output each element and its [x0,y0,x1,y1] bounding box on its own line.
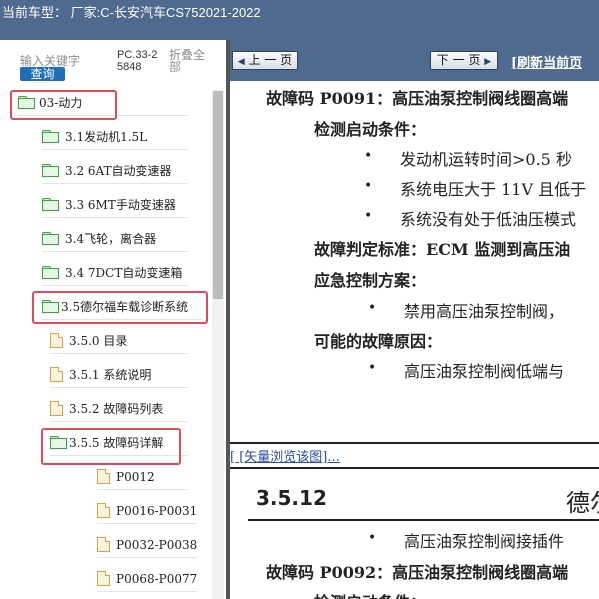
condition-item: 系统电压大于 11V 且低于 [400,180,587,199]
tree-item-label: 3.5.0 目录 [69,334,128,348]
criteria-text: 故障判定标准：ECM 监测到高压油 [314,240,571,259]
tree-item-dtc-details[interactable]: 3.5.5 故障码详解 [50,430,188,456]
condition-item: 发动机运转时间>0.5 秒 [400,150,572,169]
tree-item-p0012[interactable]: P0012 [97,464,188,490]
document-icon [50,401,63,416]
section-title: 德尔 [566,489,599,517]
bullet-icon: • [368,360,377,376]
tree-item-7dct[interactable]: 3.4 7DCT自动变速箱 [42,260,188,286]
tree-item-label: P0032-P0038 [116,537,198,552]
section-number: 3.5.12 [256,486,327,510]
next-page-button[interactable]: 下 一 页 ▶ [430,51,498,70]
tree-item-powertrain[interactable]: 03-动力 [18,90,188,116]
tree-item-label: 03-动力 [39,96,83,110]
dtc-heading: 故障码 P0091：高压油泵控制阀线圈高端 [266,89,569,108]
condition-item: 系统没有处于低油压模式 [400,210,577,229]
tree-item-6mt[interactable]: 3.3 6MT手动变速器 [42,192,188,218]
content-pane: ◀ 上 一 页 下 一 页 ▶ [刷新当前页 故障码 P0091：高压油泵控制阀… [230,40,599,599]
section-label: 检测启动条件： [314,120,427,139]
sidebar-scrollbar[interactable] [212,90,224,599]
folder-open-icon [42,300,59,313]
current-vehicle-title: 当前车型： 厂家:C-长安汽车CS752021-2022 [2,5,261,20]
section-label: 可能的故障原因： [314,332,443,351]
document-icon [97,469,110,484]
folder-icon [42,130,59,143]
arrow-right-icon: ▶ [484,57,492,67]
bullet-icon: • [364,178,373,194]
tree-item-delphi-obd[interactable]: 3.5德尔福车载诊断系统 [42,294,202,320]
section-label: 检测启动条件： [314,589,426,599]
tree-item-label: 3.4 7DCT自动变速箱 [65,266,183,280]
bullet-icon: • [368,300,377,316]
tree-item-label: 3.2 6AT自动变速器 [65,164,172,178]
folder-open-icon [18,96,35,109]
bullet-icon: • [368,530,377,546]
tree-item-flywheel[interactable]: 3.4飞轮，离合器 [42,226,188,252]
document-icon [50,333,63,348]
folder-open-icon [50,436,67,449]
folder-icon [42,198,59,211]
tree-item-label: P0068-P0077 [116,571,198,586]
tree-item-label: P0012 [116,469,155,484]
tree-item-label: 3.4飞轮，离合器 [65,232,157,246]
folder-icon [42,164,59,177]
next-page-label: 下 一 页 [436,53,481,67]
bullet-item: 高压油泵控制阀接插件 [404,532,565,551]
document-icon [97,537,110,552]
tree-item-label: 3.1发动机1.5L [65,130,148,144]
tree-item-p0068-p0077[interactable]: P0068-P0077 [97,566,197,592]
scrollbar-thumb[interactable] [213,91,223,299]
vector-view-link[interactable]: [ [矢量浏览该图]... [230,446,340,465]
tree-item-label: 3.5.5 故障码详解 [69,436,164,450]
document-icon [97,503,110,518]
tree-item-dtc-list[interactable]: 3.5.2 故障码列表 [50,396,188,422]
document-page-next: 3.5.12 德尔 • 高压油泵控制阀接插件 故障码 P0092：高压油泵控制阀… [230,467,599,599]
sidebar: 输入关键字 查询 PC.33-25848 折叠全部 03-动力 3.1发动机1.… [0,40,226,599]
tree-item-p0016-p0031[interactable]: P0016-P0031 [97,498,197,524]
arrow-left-icon: ◀ [237,57,245,67]
tree-item-label: 3.5.1 系统说明 [69,368,152,382]
collapse-all-link[interactable]: 折叠全部 [169,49,209,73]
search-button[interactable]: 查询 [20,67,65,81]
page-navigation-bar: ◀ 上 一 页 下 一 页 ▶ [刷新当前页 [230,40,599,81]
folder-icon [42,232,59,245]
tree-item-catalog[interactable]: 3.5.0 目录 [50,328,188,354]
emergency-item: 禁用高压油泵控制阀， [404,302,565,321]
section-rule [248,519,599,521]
prev-page-label: 上 一 页 [248,53,293,67]
prev-page-button[interactable]: ◀ 上 一 页 [232,51,298,70]
tree-item-label: 3.5.2 故障码列表 [69,402,164,416]
folder-icon [42,266,59,279]
document-icon [97,571,110,586]
tree-item-p0032-p0038[interactable]: P0032-P0038 [97,532,197,558]
tree-item-label: P0016-P0031 [116,503,198,518]
document-icon [50,367,63,382]
tree-item-engine[interactable]: 3.1发动机1.5L [42,124,188,150]
bullet-icon: • [364,208,373,224]
tree-item-label: 3.5德尔福车载诊断系统 [61,300,189,314]
tree-item-6at[interactable]: 3.2 6AT自动变速器 [42,158,188,184]
tree-item-label: 3.3 6MT手动变速器 [65,198,176,212]
cause-item: 高压油泵控制阀低端与 [404,362,565,381]
dtc-heading: 故障码 P0092：高压油泵控制阀线圈高端 [266,563,569,582]
refresh-page-link[interactable]: [刷新当前页 [511,52,582,71]
section-label: 应急控制方案： [314,271,427,290]
pc-code-label: PC.33-25848 [117,49,158,73]
bullet-icon: • [364,148,373,164]
title-bar: 当前车型： 厂家:C-长安汽车CS752021-2022 [0,0,599,40]
document-page: 故障码 P0091：高压油泵控制阀线圈高端 检测启动条件： • 发动机运转时间>… [230,81,599,444]
tree-item-system-description[interactable]: 3.5.1 系统说明 [50,362,188,388]
